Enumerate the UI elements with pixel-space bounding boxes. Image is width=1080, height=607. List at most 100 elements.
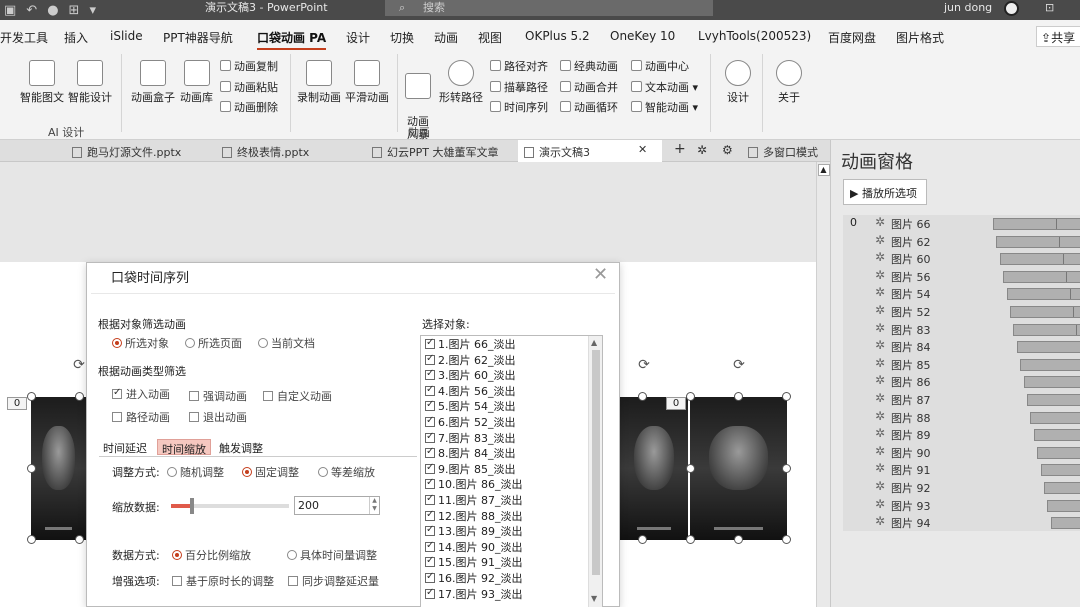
list-item[interactable]: 2.图片 62_淡出	[421, 352, 602, 368]
animation-row[interactable]: ✲ 图片 89	[843, 426, 1080, 444]
anim-lib-button[interactable]: 动画库	[180, 60, 213, 105]
play-selected-button[interactable]: ▶ 播放所选项	[843, 179, 927, 205]
resize-handle[interactable]	[686, 464, 695, 473]
classic-anim-button[interactable]: 经典动画	[560, 58, 618, 74]
share-button[interactable]: ⇪共享	[1036, 26, 1080, 47]
close-icon[interactable]: ✕	[638, 143, 647, 156]
timeline-bar[interactable]	[1023, 376, 1080, 389]
resize-handle[interactable]	[686, 535, 695, 544]
check-path[interactable]: 路径动画	[112, 409, 170, 425]
resize-handle[interactable]	[638, 535, 647, 544]
layout-icon[interactable]: ⊞	[69, 3, 80, 18]
resize-handle[interactable]	[782, 392, 791, 401]
save-icon[interactable]: ▣	[4, 3, 16, 18]
resize-handle[interactable]	[734, 535, 743, 544]
ribbon-tab[interactable]: OKPlus 5.2	[525, 29, 590, 43]
timeline-bar[interactable]	[1037, 446, 1080, 459]
animation-row[interactable]: ✲ 图片 86	[843, 373, 1080, 391]
anim-delete-button[interactable]: 动画删除	[220, 99, 278, 115]
ribbon-tab[interactable]: 口袋动画 PA	[257, 29, 327, 50]
slider-thumb[interactable]	[190, 498, 195, 514]
resize-handle[interactable]	[75, 392, 84, 401]
list-item[interactable]: 7.图片 83_淡出	[421, 430, 602, 446]
resize-handle[interactable]	[27, 392, 36, 401]
search-box[interactable]: ⌕ 搜索	[385, 0, 713, 16]
ribbon-tab[interactable]: iSlide	[110, 29, 143, 43]
resize-handle[interactable]	[27, 464, 36, 473]
list-item[interactable]: 4.图片 56_淡出	[421, 383, 602, 399]
animation-row[interactable]: ✲ 图片 83	[843, 321, 1080, 339]
list-item[interactable]: 10.图片 86_淡出	[421, 476, 602, 492]
radio-time-adjust[interactable]: 具体时间量调整	[287, 547, 377, 563]
timeline-bar[interactable]	[1020, 358, 1080, 371]
text-anim-button[interactable]: 文本动画 ▾	[631, 79, 698, 95]
check-emphasis[interactable]: 强调动画	[189, 388, 247, 404]
list-item[interactable]: 8.图片 84_淡出	[421, 445, 602, 461]
timeline-bar[interactable]	[1010, 306, 1080, 318]
radio-selected-page[interactable]: 所选页面	[185, 335, 242, 351]
timeline-bar[interactable]	[999, 253, 1080, 266]
ribbon-tab[interactable]: 切换	[390, 29, 414, 46]
resize-handle[interactable]	[734, 392, 743, 401]
list-item[interactable]: 5.图片 54_淡出	[421, 398, 602, 414]
resize-handle[interactable]	[782, 535, 791, 544]
animation-row[interactable]: ✲ 图片 90	[843, 444, 1080, 462]
radio-current-doc[interactable]: 当前文档	[258, 335, 315, 351]
doc-tab-active[interactable]: 演示文稿3 ✕	[518, 140, 662, 162]
list-item[interactable]: 15.图片 91_淡出	[421, 554, 602, 570]
tab-time-delay[interactable]: 时间延迟	[99, 439, 151, 455]
animation-row[interactable]: ✲ 图片 91	[843, 461, 1080, 479]
anim-paste-button[interactable]: 动画粘贴	[220, 79, 278, 95]
check-sync-delay[interactable]: 同步调整延迟量	[288, 573, 379, 589]
rotate-handle-icon[interactable]: ⟳	[635, 357, 653, 375]
ribbon-tab[interactable]: 设计	[346, 29, 370, 46]
scroll-up-icon[interactable]: ▲	[591, 338, 597, 347]
resize-handle[interactable]	[638, 392, 647, 401]
list-item[interactable]: 13.图片 89_淡出	[421, 523, 602, 539]
ribbon-tab[interactable]: PPT神器导航	[163, 29, 233, 46]
path-align-button[interactable]: 路径对齐	[490, 58, 548, 74]
undo-icon[interactable]: ↶	[26, 3, 37, 18]
close-icon[interactable]: ✕	[593, 264, 608, 285]
animation-row[interactable]: ✲ 图片 85	[843, 356, 1080, 374]
timeline-bar[interactable]	[1044, 482, 1080, 494]
slide-image[interactable]	[620, 397, 688, 540]
radio-random-adjust[interactable]: 随机调整	[167, 464, 224, 480]
ribbon-tab[interactable]: 动画	[434, 29, 458, 46]
anim-center-button[interactable]: 动画中心	[631, 58, 689, 74]
design-button[interactable]: 设计	[725, 60, 751, 105]
list-item[interactable]: 17.图片 93_淡出	[421, 586, 602, 602]
doc-tab[interactable]: 幻云PPT 大雄董军文章	[372, 144, 498, 160]
resize-handle[interactable]	[686, 392, 695, 401]
list-item[interactable]: 3.图片 60_淡出	[421, 367, 602, 383]
doc-tab[interactable]: 终极表情.pptx	[222, 144, 309, 160]
list-item[interactable]: 11.图片 87_淡出	[421, 492, 602, 508]
timeline-bar[interactable]	[1006, 288, 1080, 301]
animation-row[interactable]: ✲ 图片 94	[843, 514, 1080, 532]
list-item[interactable]: 6.图片 52_淡出	[421, 414, 602, 430]
check-entrance[interactable]: 进入动画	[112, 386, 170, 402]
timeline-bar[interactable]	[993, 218, 1080, 230]
scale-slider[interactable]	[171, 498, 289, 514]
animation-row[interactable]: ✲ 图片 88	[843, 409, 1080, 427]
check-custom[interactable]: 自定义动画	[263, 388, 332, 404]
user-name[interactable]: jun dong	[944, 0, 992, 16]
ribbon-tab[interactable]: 视图	[478, 29, 502, 46]
resize-handle[interactable]	[75, 535, 84, 544]
animation-row[interactable]: ✲ 图片 87	[843, 391, 1080, 409]
timeline-bar[interactable]	[1030, 411, 1080, 424]
resize-handle[interactable]	[27, 535, 36, 544]
animation-row[interactable]: ✲ 图片 56	[843, 268, 1080, 286]
smart-design-button[interactable]: 智能设计	[68, 60, 112, 105]
timeline-bar[interactable]	[1027, 394, 1080, 406]
animation-row[interactable]: ✲ 图片 62	[843, 233, 1080, 251]
ribbon-tab[interactable]: 插入	[64, 29, 88, 46]
ribbon-display-icon[interactable]: ⊡	[1045, 0, 1063, 16]
ribbon-tab[interactable]: OneKey 10	[610, 29, 675, 43]
list-item[interactable]: 12.图片 88_淡出	[421, 508, 602, 524]
smart-graphic-button[interactable]: 智能图文	[20, 60, 64, 105]
ribbon-tab[interactable]: 百度网盘	[828, 29, 876, 46]
timeline-bar[interactable]	[1050, 517, 1080, 530]
check-base-duration[interactable]: 基于原时长的调整	[172, 573, 274, 589]
list-item[interactable]: 9.图片 85_淡出	[421, 461, 602, 477]
